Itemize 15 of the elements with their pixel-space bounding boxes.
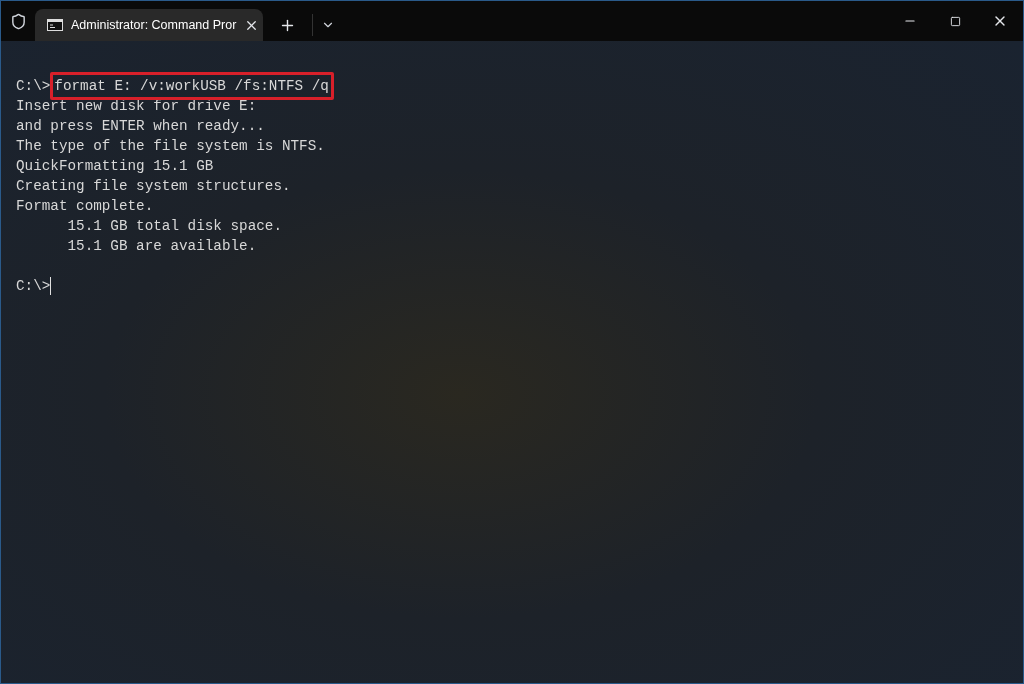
output-line: 15.1 GB total disk space. [66,217,282,236]
terminal-icon [47,19,63,31]
output-line: QuickFormatting 15.1 GB [16,157,214,176]
shield-icon[interactable] [9,12,27,30]
prompt: C:\> [16,277,51,296]
command-text: format E: /v:workUSB /fs:NTFS /q [54,78,329,94]
tab[interactable]: Administrator: Command Pror [35,9,263,41]
output-line: Format complete. [16,197,154,216]
output-line: and press ENTER when ready... [16,117,265,136]
maximize-icon[interactable] [949,15,961,27]
tab-title: Administrator: Command Pror [71,16,237,34]
output-line: The type of the file system is NTFS. [16,137,325,156]
prompt: C:\> [16,77,51,96]
output-line: 15.1 GB are available. [66,237,257,256]
output-line: Creating file system structures. [16,177,291,196]
